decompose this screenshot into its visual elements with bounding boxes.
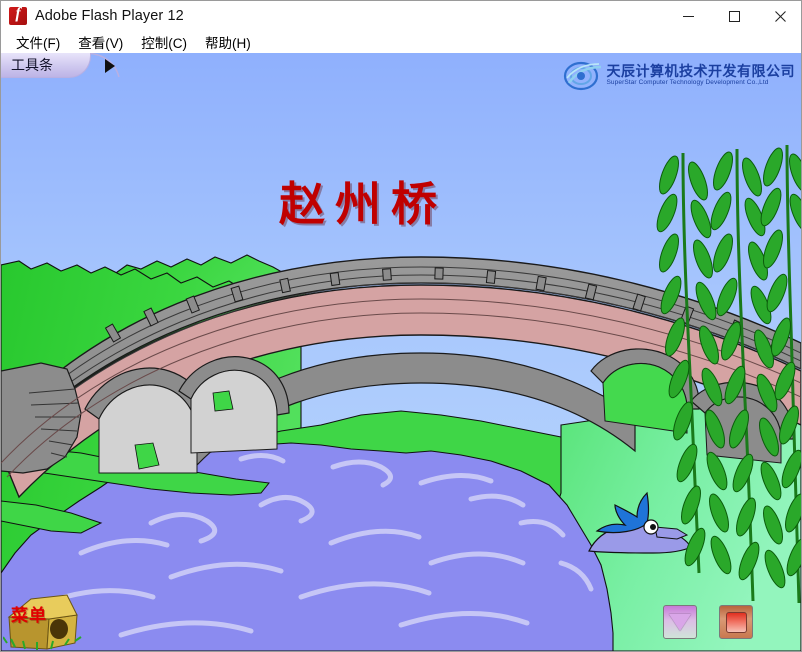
arch-2-greenery	[212, 390, 234, 412]
company-logo: 天辰计算机技术开发有限公司 SuperStar Computer Technol…	[563, 61, 796, 91]
flash-logo-icon	[9, 5, 27, 25]
toolbar-tab-label: 工具条	[11, 58, 53, 74]
window-controls	[665, 1, 801, 31]
flash-player-window: Adobe Flash Player 12 文件(F) 查看(V	[0, 0, 802, 652]
company-name-cn: 天辰计算机技术开发有限公司	[606, 63, 795, 80]
toolbar-tab[interactable]: 工具条	[1, 53, 91, 78]
menu-button-label: 菜单	[11, 606, 47, 626]
maximize-icon	[728, 10, 740, 22]
flash-stage[interactable]: 赵州桥 天辰计算机技术开发有限公司 SuperStar Computer Tec…	[1, 53, 801, 651]
company-text: 天辰计算机技术开发有限公司 SuperStar Computer Technol…	[607, 65, 796, 88]
close-icon	[774, 10, 786, 22]
menu-item-help[interactable]: 帮助(H)	[196, 30, 260, 54]
menu-bar: 文件(F) 查看(V) 控制(C) 帮助(H)	[1, 30, 801, 54]
minimize-icon	[682, 15, 694, 17]
maximize-button[interactable]	[711, 1, 757, 31]
menu-birdhouse-button[interactable]: 菜单	[3, 593, 95, 651]
title-bar: Adobe Flash Player 12	[1, 1, 801, 31]
menu-item-file[interactable]: 文件(F)	[7, 30, 69, 54]
close-button[interactable]	[757, 1, 801, 31]
triangle-down-icon	[669, 613, 691, 631]
bridge-scene-illustration	[1, 53, 801, 651]
playback-controls	[663, 605, 753, 639]
left-small-arch-2-opening	[190, 369, 278, 454]
triangle-right-icon	[105, 58, 115, 73]
prev-button[interactable]	[663, 605, 697, 639]
window-title: Adobe Flash Player 12	[35, 8, 184, 24]
toolbar-expand-button[interactable]	[97, 53, 123, 78]
bird-pupil	[650, 524, 656, 530]
page-title: 赵州桥	[279, 177, 447, 231]
superstar-swirl-icon	[563, 61, 601, 91]
stop-button[interactable]	[719, 605, 753, 639]
minimize-button[interactable]	[665, 1, 711, 31]
company-name-en: SuperStar Computer Technology Developmen…	[606, 79, 769, 87]
square-icon	[725, 611, 747, 633]
menu-item-view[interactable]: 查看(V)	[69, 30, 132, 54]
menu-item-control[interactable]: 控制(C)	[132, 30, 196, 54]
